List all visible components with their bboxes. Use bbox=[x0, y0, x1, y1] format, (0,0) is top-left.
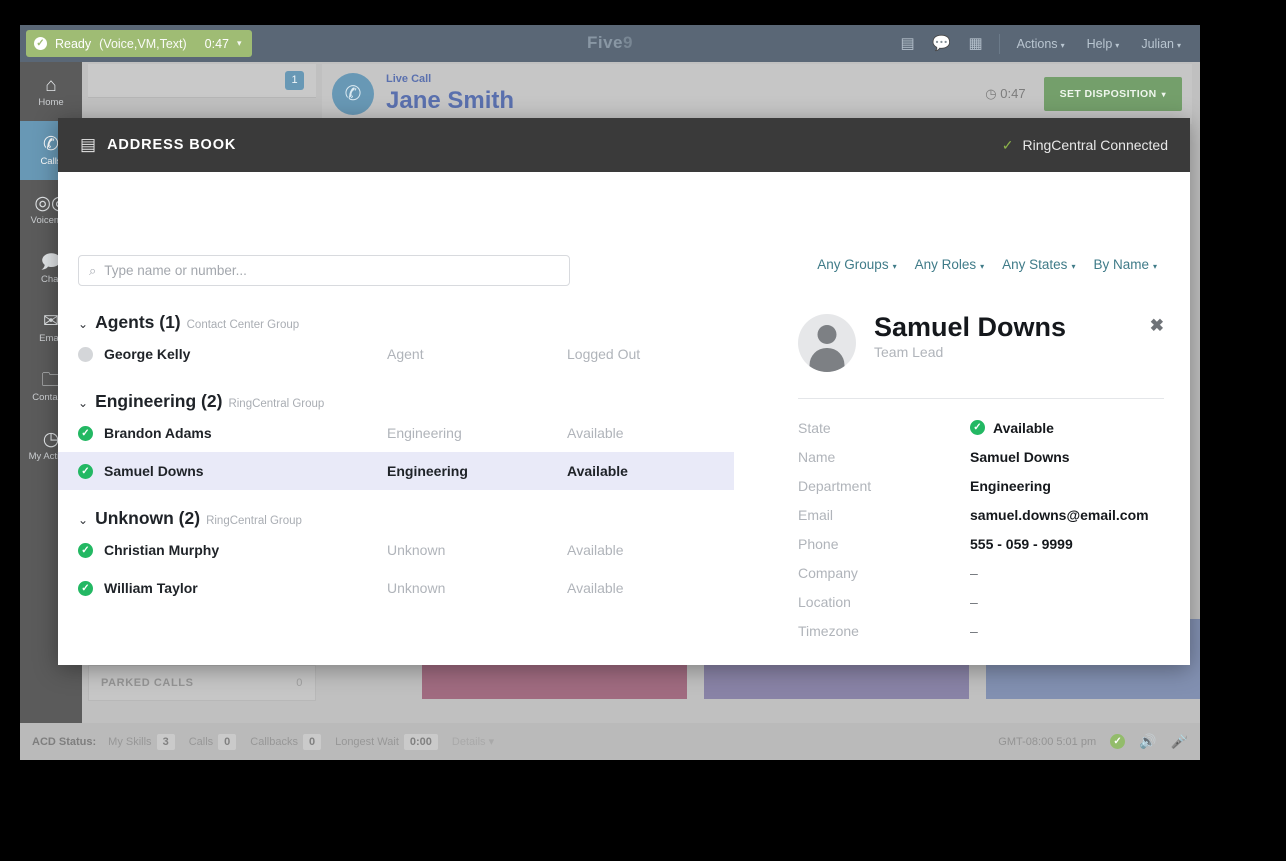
contact-state: Logged Out bbox=[567, 346, 641, 362]
contact-row-george-kelly[interactable]: George Kelly Agent Logged Out bbox=[58, 335, 734, 373]
detail-field-department: Department Engineering bbox=[798, 471, 1164, 500]
contact-department: Engineering bbox=[387, 463, 468, 479]
field-label: Email bbox=[798, 506, 834, 523]
group-name: Engineering (2) bbox=[95, 391, 223, 411]
detail-divider bbox=[798, 398, 1164, 399]
field-value: samuel.downs@email.com bbox=[970, 506, 1149, 523]
detail-field-timezone: Timezone – bbox=[798, 616, 1164, 645]
contact-department: Unknown bbox=[387, 580, 446, 596]
address-book-header: ▤ ADDRESS BOOK ✓ RingCentral Connected bbox=[58, 118, 1190, 172]
group-header-agents[interactable]: ⌄ Agents (1) Contact Center Group bbox=[78, 312, 734, 333]
field-label: Department bbox=[798, 477, 872, 494]
contact-name: William Taylor bbox=[104, 580, 198, 596]
detail-field-company: Company – bbox=[798, 558, 1164, 587]
chevron-down-icon: ⌄ bbox=[78, 317, 89, 331]
search-input[interactable] bbox=[104, 263, 559, 278]
contact-name: Brandon Adams bbox=[104, 425, 212, 441]
field-label: Location bbox=[798, 593, 851, 610]
contact-detail-names: Samuel Downs Team Lead bbox=[874, 312, 1066, 360]
group-header-unknown[interactable]: ⌄ Unknown (2) RingCentral Group bbox=[78, 508, 734, 529]
field-value: – bbox=[970, 564, 978, 581]
field-value: ✓ Available bbox=[970, 420, 1054, 436]
field-value: 555 - 059 - 9999 bbox=[970, 535, 1073, 552]
check-icon: ✓ bbox=[1001, 136, 1014, 153]
contact-row-christian-murphy[interactable]: ✓ Christian Murphy Unknown Available bbox=[58, 531, 734, 569]
close-icon[interactable]: ✖ bbox=[1150, 316, 1164, 336]
filter-label: Any States bbox=[1002, 257, 1068, 272]
address-book-icon: ▤ bbox=[80, 135, 97, 154]
contact-state: Available bbox=[567, 463, 628, 479]
detail-field-location: Location – bbox=[798, 587, 1164, 616]
field-label: State bbox=[798, 419, 831, 436]
contact-detail-role: Team Lead bbox=[874, 344, 944, 361]
field-label: Phone bbox=[798, 535, 839, 552]
contact-name: Samuel Downs bbox=[104, 463, 204, 479]
filter-sort-by-name[interactable]: By Name ▾ bbox=[1084, 257, 1166, 272]
contact-name: George Kelly bbox=[104, 346, 191, 362]
group-source: RingCentral Group bbox=[206, 515, 302, 527]
field-value: Samuel Downs bbox=[970, 448, 1070, 465]
chevron-down-icon: ⌄ bbox=[78, 513, 89, 527]
filter-label: Any Roles bbox=[914, 257, 977, 272]
person-avatar-icon bbox=[798, 314, 856, 372]
contact-state: Available bbox=[567, 542, 624, 558]
check-circle-icon: ✓ bbox=[970, 420, 985, 435]
field-value: – bbox=[970, 622, 978, 639]
filter-any-states[interactable]: Any States ▾ bbox=[993, 257, 1084, 272]
contact-department: Agent bbox=[387, 346, 424, 362]
search-field-wrapper[interactable]: ⌕ bbox=[78, 255, 570, 286]
chevron-down-icon: ▾ bbox=[1152, 262, 1157, 271]
field-value: – bbox=[970, 593, 978, 610]
address-book-dialog: ▤ ADDRESS BOOK ✓ RingCentral Connected ⌕… bbox=[58, 118, 1190, 665]
group-source: Contact Center Group bbox=[186, 319, 300, 331]
contact-detail-name: Samuel Downs bbox=[874, 312, 1067, 342]
contact-state: Available bbox=[567, 425, 624, 441]
detail-field-state: State ✓ Available bbox=[798, 413, 1164, 442]
filter-label: By Name bbox=[1093, 257, 1149, 272]
filter-bar: Any Groups ▾ Any Roles ▾ Any States ▾ By Na… bbox=[808, 257, 1166, 272]
contact-row-samuel-downs[interactable]: ✓ Samuel Downs Engineering Available bbox=[58, 452, 734, 490]
check-circle-icon: ✓ bbox=[78, 542, 93, 558]
field-value-text: Available bbox=[993, 419, 1054, 436]
ringcentral-connection-status: ✓ RingCentral Connected bbox=[1002, 137, 1168, 154]
group-source: RingCentral Group bbox=[228, 398, 325, 410]
gray-circle-icon bbox=[78, 346, 93, 362]
contact-detail-header: Samuel Downs Team Lead ✖ bbox=[798, 312, 1164, 372]
contact-department: Engineering bbox=[387, 425, 462, 441]
filter-any-roles[interactable]: Any Roles ▾ bbox=[906, 257, 994, 272]
detail-field-phone: Phone 555 - 059 - 9999 bbox=[798, 529, 1164, 558]
field-label: Company bbox=[798, 564, 858, 581]
filter-label: Any Groups bbox=[817, 257, 889, 272]
group-header-engineering[interactable]: ⌄ Engineering (2) RingCentral Group bbox=[78, 391, 734, 412]
contact-row-brandon-adams[interactable]: ✓ Brandon Adams Engineering Available bbox=[58, 414, 734, 452]
filter-any-groups[interactable]: Any Groups ▾ bbox=[808, 257, 905, 272]
contact-detail-panel: Samuel Downs Team Lead ✖ State ✓ Availab… bbox=[798, 312, 1164, 665]
contact-department: Unknown bbox=[387, 542, 446, 558]
group-name: Unknown (2) bbox=[95, 508, 201, 528]
chevron-down-icon: ▾ bbox=[980, 262, 985, 271]
address-book-body: ⌕ Any Groups▾ Any Roles▾ Any States▾ By … bbox=[58, 172, 1190, 665]
detail-field-name: Name Samuel Downs bbox=[798, 442, 1164, 471]
contact-list: ⌄ Agents (1) Contact Center Group George… bbox=[58, 312, 734, 665]
field-label: Name bbox=[798, 448, 836, 465]
check-circle-icon: ✓ bbox=[78, 580, 93, 596]
field-value: Engineering bbox=[970, 477, 1051, 494]
contact-state: Available bbox=[567, 580, 624, 596]
check-circle-icon: ✓ bbox=[78, 463, 93, 479]
chevron-down-icon: ▾ bbox=[1071, 262, 1076, 271]
connection-label: RingCentral Connected bbox=[1022, 137, 1168, 153]
chevron-down-icon: ⌄ bbox=[78, 396, 89, 410]
contact-name: Christian Murphy bbox=[104, 542, 220, 558]
group-name: Agents (1) bbox=[95, 312, 181, 332]
detail-field-email: Email samuel.downs@email.com bbox=[798, 500, 1164, 529]
address-book-title: ADDRESS BOOK bbox=[107, 137, 237, 153]
search-icon: ⌕ bbox=[89, 262, 97, 278]
contact-row-william-taylor[interactable]: ✓ William Taylor Unknown Available bbox=[58, 569, 734, 607]
chevron-down-icon: ▾ bbox=[892, 262, 897, 271]
check-circle-icon: ✓ bbox=[78, 425, 93, 441]
field-label: Timezone bbox=[798, 622, 859, 639]
